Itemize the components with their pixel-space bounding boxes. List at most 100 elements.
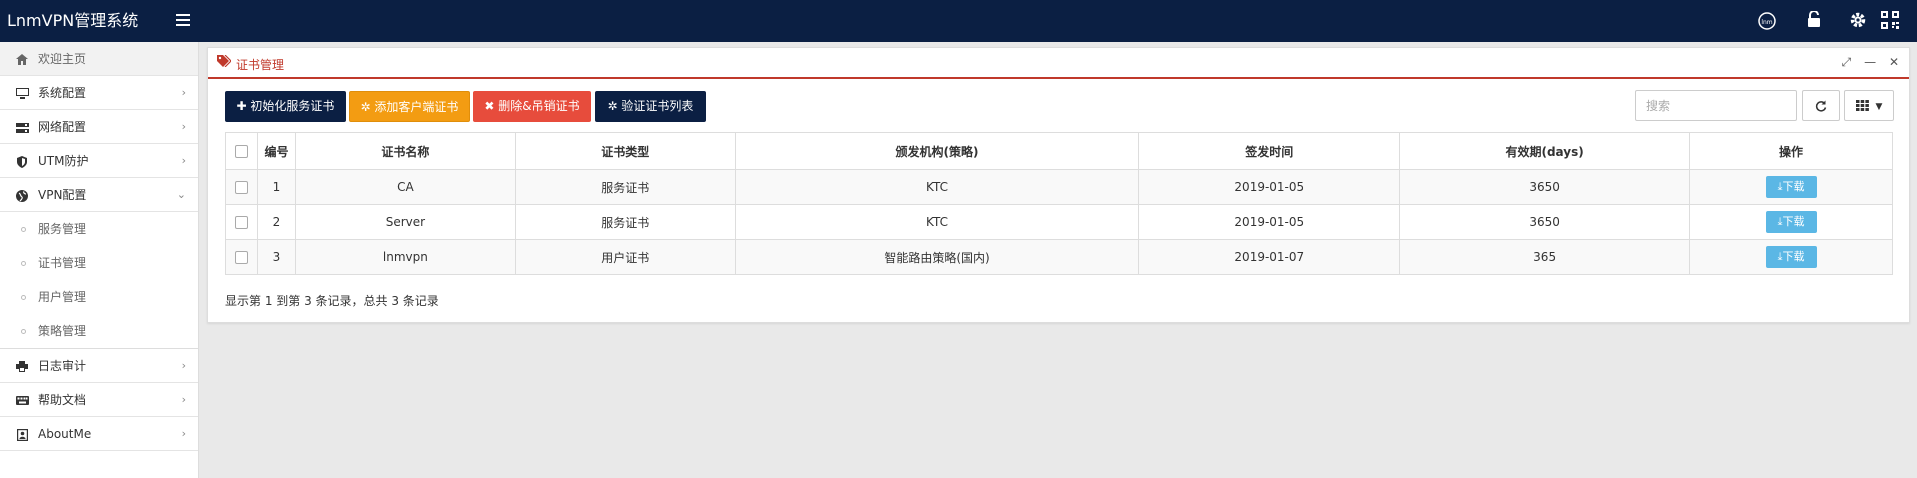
row-checkbox[interactable]	[234, 181, 248, 194]
verify-cert-list-label: 验证证书列表	[621, 99, 694, 113]
chevron-right-icon: ›	[181, 427, 186, 440]
home-icon	[15, 42, 29, 76]
sidebar-item-label: AboutMe	[38, 427, 92, 441]
unlock-icon[interactable]	[1803, 10, 1825, 33]
cell-issuer: KTC	[734, 204, 1140, 240]
chevron-right-icon: ›	[181, 359, 186, 372]
init-server-cert-button[interactable]: ✚ 初始化服务证书	[225, 91, 346, 122]
panel-title: 证书管理	[236, 58, 285, 72]
expand-icon[interactable]: ⤢	[1839, 55, 1853, 70]
print-icon	[15, 349, 29, 383]
times-icon: ✖	[484, 99, 499, 113]
tags-icon	[217, 54, 232, 70]
sidebar-item-vpn[interactable]: VPN配置 ⌄	[0, 178, 198, 212]
plus-icon: ✚	[236, 99, 251, 113]
table-header-row: 编号 证书名称 证书类型 颁发机构(策略) 签发时间 有效期(days) 操作	[225, 132, 1893, 170]
row-select-cell	[225, 169, 258, 205]
circle-icon	[21, 227, 26, 232]
columns-toggle-button[interactable]: ▼	[1844, 90, 1894, 121]
download-button[interactable]: ⤓下载	[1765, 211, 1817, 233]
cell-type: 用户证书	[514, 239, 736, 275]
download-label: 下载	[1782, 180, 1805, 193]
qrcode-icon[interactable]	[1879, 11, 1901, 33]
cell-issuer: KTC	[734, 169, 1140, 205]
circle-icon	[21, 329, 26, 334]
sidebar-subitem-certificate[interactable]: 证书管理	[0, 246, 198, 280]
table-row[interactable]: 2 Server 服务证书 KTC 2019-01-05 3650 ⤓下载	[225, 204, 1893, 240]
sidebar-item-system[interactable]: 系统配置 ›	[0, 76, 198, 110]
column-header[interactable]: 证书名称	[294, 132, 516, 170]
sidebar-item-network[interactable]: 网络配置 ›	[0, 110, 198, 144]
cell-action: ⤓下载	[1689, 239, 1893, 275]
sidebar-item-log[interactable]: 日志审计 ›	[0, 349, 198, 383]
sidebar: 欢迎主页 系统配置 › 网络配置 › UTM防护 › VPN配置 ⌄ 服务管理 …	[0, 42, 199, 478]
cell-validity: 3650	[1399, 169, 1691, 205]
cell-action: ⤓下载	[1689, 204, 1893, 240]
table-row[interactable]: 3 lnmvpn 用户证书 智能路由策略(国内) 2019-01-07 365 …	[225, 239, 1893, 275]
sidebar-item-label: 日志审计	[38, 359, 87, 373]
select-all-checkbox[interactable]	[234, 145, 248, 158]
keyboard-icon	[15, 383, 29, 417]
row-select-cell	[225, 239, 258, 275]
refresh-button[interactable]	[1802, 90, 1840, 121]
panel-tools: ⤢ — ✕	[1833, 55, 1901, 70]
verify-cert-list-button[interactable]: ✲ 验证证书列表	[595, 91, 706, 122]
panel-header: 证书管理 ⤢ — ✕	[208, 48, 1909, 79]
add-client-cert-button[interactable]: ✲ 添加客户端证书	[349, 91, 470, 122]
cell-name: lnmvpn	[294, 239, 516, 275]
column-header[interactable]: 颁发机构(策略)	[734, 132, 1140, 170]
chevron-right-icon: ›	[181, 154, 186, 167]
column-header[interactable]: 证书类型	[514, 132, 736, 170]
delete-revoke-cert-label: 删除&吊销证书	[498, 99, 580, 113]
sidebar-item-utm[interactable]: UTM防护 ›	[0, 144, 198, 178]
sidebar-item-help[interactable]: 帮助文档 ›	[0, 383, 198, 417]
refresh-icon	[1815, 98, 1827, 112]
sidebar-item-label: VPN配置	[38, 188, 87, 202]
gear-icon[interactable]	[1847, 11, 1869, 33]
cell-id: 3	[256, 239, 296, 275]
download-button[interactable]: ⤓下载	[1765, 176, 1817, 198]
search-input[interactable]	[1635, 90, 1797, 121]
cell-validity: 365	[1399, 239, 1691, 275]
delete-revoke-cert-button[interactable]: ✖ 删除&吊销证书	[473, 91, 591, 122]
minimize-icon[interactable]: —	[1863, 55, 1877, 69]
vpn-submenu: 服务管理 证书管理 用户管理 策略管理	[0, 212, 198, 349]
column-header[interactable]: 操作	[1689, 132, 1893, 170]
sidebar-item-home[interactable]: 欢迎主页	[0, 42, 198, 76]
select-all-cell	[225, 132, 258, 170]
sidebar-subitem-label: 证书管理	[38, 256, 87, 270]
column-header[interactable]: 编号	[256, 132, 296, 170]
init-server-cert-label: 初始化服务证书	[250, 99, 335, 113]
chevron-right-icon: ›	[181, 393, 186, 406]
globe-icon	[15, 178, 29, 212]
menu-toggle-icon[interactable]	[176, 14, 190, 26]
cell-date: 2019-01-05	[1138, 204, 1401, 240]
sidebar-item-label: 帮助文档	[38, 393, 87, 407]
column-header[interactable]: 有效期(days)	[1399, 132, 1691, 170]
add-client-cert-label: 添加客户端证书	[374, 100, 459, 114]
cell-action: ⤓下载	[1689, 169, 1893, 205]
sidebar-subitem-label: 服务管理	[38, 222, 87, 236]
sidebar-item-label: 欢迎主页	[38, 52, 87, 66]
sidebar-subitem-policy[interactable]: 策略管理	[0, 314, 198, 348]
row-select-cell	[225, 204, 258, 240]
row-checkbox[interactable]	[234, 216, 248, 229]
row-checkbox[interactable]	[234, 251, 248, 264]
sidebar-item-about[interactable]: AboutMe ›	[0, 417, 198, 451]
sidebar-subitem-user[interactable]: 用户管理	[0, 280, 198, 314]
cell-id: 1	[256, 169, 296, 205]
cell-id: 2	[256, 204, 296, 240]
circle-icon	[21, 295, 26, 300]
contact-icon	[15, 417, 29, 451]
sidebar-item-label: UTM防护	[38, 154, 89, 168]
lnm-logo-icon[interactable]: lnm	[1756, 11, 1778, 33]
app-title: LnmVPN管理系统	[7, 11, 139, 30]
column-header[interactable]: 签发时间	[1138, 132, 1401, 170]
cell-date: 2019-01-05	[1138, 169, 1401, 205]
table-row[interactable]: 1 CA 服务证书 KTC 2019-01-05 3650 ⤓下载	[225, 169, 1893, 205]
sidebar-subitem-service[interactable]: 服务管理	[0, 212, 198, 246]
close-icon[interactable]: ✕	[1887, 55, 1901, 69]
cell-type: 服务证书	[514, 169, 736, 205]
download-label: 下载	[1782, 215, 1805, 228]
download-button[interactable]: ⤓下载	[1765, 246, 1817, 268]
